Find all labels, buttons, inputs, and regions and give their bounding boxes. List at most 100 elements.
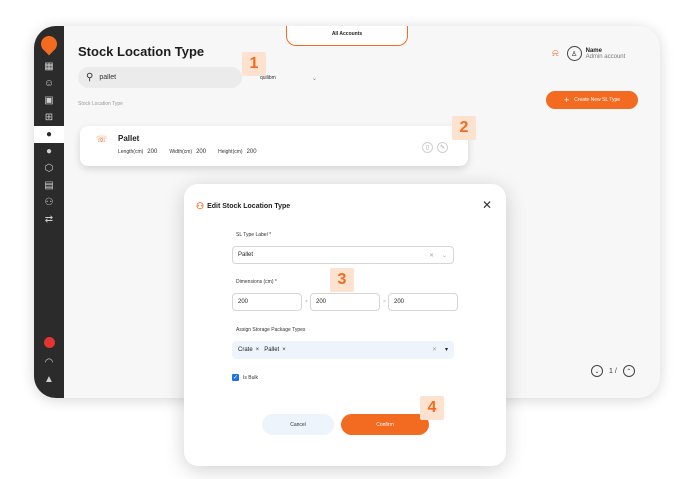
dim-width-input[interactable]: 200 <box>310 293 380 311</box>
user-block[interactable]: ⍾ ♙ Name Admin account <box>552 46 625 61</box>
sidebar-item-grid[interactable]: ⊞ <box>34 109 64 126</box>
sidebar: ▦ ☺ ▣ ⊞ ● ● ⬡ ▤ ⚇ ⇄ ◠ ▲ <box>34 26 64 398</box>
sl-type-card[interactable]: ☏ Pallet Length(cm) 200 Width(cm) 200 Heig… <box>80 126 468 166</box>
step-badge-2: 2 <box>452 116 476 140</box>
is-bulk-row[interactable]: ✓ Is Bulk <box>232 374 258 381</box>
remove-tag-icon[interactable]: × <box>282 347 286 353</box>
avatar: ♙ <box>566 46 582 61</box>
chevron-up-icon[interactable]: ⌃ <box>622 365 635 377</box>
sl-type-label-value: Pallet <box>238 252 254 258</box>
sidebar-item-dot[interactable]: ● <box>34 143 64 160</box>
headset-icon: ◠ <box>44 356 54 368</box>
transfer-icon: ⇄ <box>44 213 54 225</box>
times-icon: × <box>305 299 308 305</box>
plus-icon: + <box>563 94 570 105</box>
sl-type-name: Pallet <box>118 134 140 143</box>
dim-length-value: 200 <box>238 299 249 305</box>
sidebar-item-support[interactable]: ◠ <box>34 354 64 371</box>
sl-type-label-select[interactable]: Pallet ✕ ⌄ <box>232 246 454 264</box>
height-value: 200 <box>246 149 257 155</box>
create-sl-type-button[interactable]: + Create New SL Type <box>546 91 638 109</box>
modal-title-text: Edit Stock Location Type <box>207 203 291 210</box>
user-role: Admin account <box>585 53 626 60</box>
brand-logo-icon <box>43 337 55 348</box>
step-badge-4: 4 <box>420 396 444 420</box>
chevron-down-icon[interactable]: ⌄ <box>591 365 603 377</box>
sl-type-label-label: SL Type Label * <box>236 232 272 238</box>
edit-sl-type-modal: ⚇ Edit Stock Location Type ✕ SL Type Lab… <box>184 184 506 466</box>
pagination: ⌄ 1 / ⌃ <box>591 365 635 377</box>
select-icons: ✕ ⌄ <box>429 252 447 259</box>
clipboard-icon: ▤ <box>44 179 54 191</box>
tag-crate-label: Crate <box>238 347 253 353</box>
dimensions-row: Length(cm) 200 Width(cm) 200 Height(cm) 200 <box>118 149 257 155</box>
sidebar-item-robot[interactable]: ☺ <box>34 75 64 92</box>
search-input[interactable] <box>99 74 220 81</box>
search-icon: ⚲ <box>86 72 94 83</box>
width-dim: Width(cm) 200 <box>169 149 206 155</box>
storage-types-multiselect[interactable]: Crate × Pallet × ✕ ▾ <box>232 341 454 359</box>
width-label: Width(cm) <box>169 149 193 155</box>
length-value: 200 <box>147 149 158 155</box>
page-indicator: 1 / <box>609 367 617 375</box>
times-icon: × <box>383 299 386 305</box>
logo-pin-icon <box>37 32 61 56</box>
height-label: Height(cm) <box>218 149 243 155</box>
caret-down-icon[interactable]: ▾ <box>445 346 448 353</box>
dim-height-value: 200 <box>394 299 405 305</box>
grid-icon: ⊞ <box>44 111 54 123</box>
location-icon: ● <box>45 128 53 140</box>
search-box[interactable]: ⚲ <box>78 67 242 88</box>
dim-width-value: 200 <box>316 299 327 305</box>
robot-icon: ☺ <box>43 77 55 89</box>
sidebar-item-cube[interactable]: ⬡ <box>34 160 64 177</box>
dimensions-label: Dimensions (cm) * <box>236 279 277 285</box>
sidebar-item-box[interactable]: ▣ <box>34 92 64 109</box>
confirm-button[interactable]: Confirm <box>341 414 429 435</box>
sidebar-item-dashboard[interactable]: ▦ <box>34 58 64 75</box>
step-badge-3: 3 <box>330 268 354 292</box>
user-info: Name Admin account <box>586 48 626 60</box>
tag-crate: Crate × <box>238 347 259 353</box>
dot-icon: ● <box>45 145 53 157</box>
box-icon: ▣ <box>44 94 54 106</box>
is-bulk-checkbox[interactable]: ✓ <box>232 374 239 381</box>
dim-length-input[interactable]: 200 <box>232 293 302 311</box>
height-dim: Height(cm) 200 <box>218 149 256 155</box>
sidebar-item-location[interactable]: ● <box>34 126 64 143</box>
length-dim: Length(cm) 200 <box>118 149 157 155</box>
sidebar-item-transfer[interactable]: ⇄ <box>34 211 64 228</box>
notification-bell-icon[interactable]: ⍾ <box>552 48 559 59</box>
chevron-down-icon[interactable]: ⌄ <box>442 252 447 259</box>
chevron-down-icon[interactable]: ⌄ <box>312 75 317 82</box>
cancel-button[interactable]: Cancel <box>262 414 334 435</box>
is-bulk-label: Is Bulk <box>243 374 259 381</box>
breadcrumb: Stock Location Type <box>78 101 123 107</box>
dashboard-icon: ▦ <box>44 60 54 72</box>
width-value: 200 <box>196 149 207 155</box>
multiselect-icons: ✕ ▾ <box>432 346 448 353</box>
remove-tag-icon[interactable]: × <box>256 347 260 353</box>
edit-icon[interactable]: ✎ <box>437 142 448 153</box>
accounts-tab[interactable]: All Accounts <box>286 26 408 46</box>
sidebar-item-notifications[interactable]: ▲ <box>34 371 64 388</box>
dim-height-input[interactable]: 200 <box>388 293 458 311</box>
bell-icon: ▲ <box>44 373 54 385</box>
sidebar-item-clipboard[interactable]: ▤ <box>34 177 64 194</box>
step-badge-1: 1 <box>242 52 266 76</box>
pallet-icon: ☏ <box>96 134 108 144</box>
cube-icon: ⬡ <box>44 162 54 174</box>
pallet-icon: ⚇ <box>196 201 205 211</box>
card-actions: ▯ ✎ <box>422 142 448 153</box>
length-label: Length(cm) <box>118 149 144 155</box>
hierarchy-icon: ⚇ <box>44 196 54 208</box>
storage-types-label: Assign Storage Package Types <box>236 327 306 333</box>
delete-icon[interactable]: ▯ <box>422 142 433 153</box>
tag-pallet-label: Pallet <box>264 347 280 353</box>
sidebar-item-hierarchy[interactable]: ⚇ <box>34 194 64 211</box>
clear-icon[interactable]: ✕ <box>429 252 434 259</box>
tag-pallet: Pallet × <box>264 347 286 353</box>
create-button-label: Create New SL Type <box>574 97 621 103</box>
close-icon[interactable]: ✕ <box>482 198 492 212</box>
clear-icon[interactable]: ✕ <box>432 346 437 353</box>
